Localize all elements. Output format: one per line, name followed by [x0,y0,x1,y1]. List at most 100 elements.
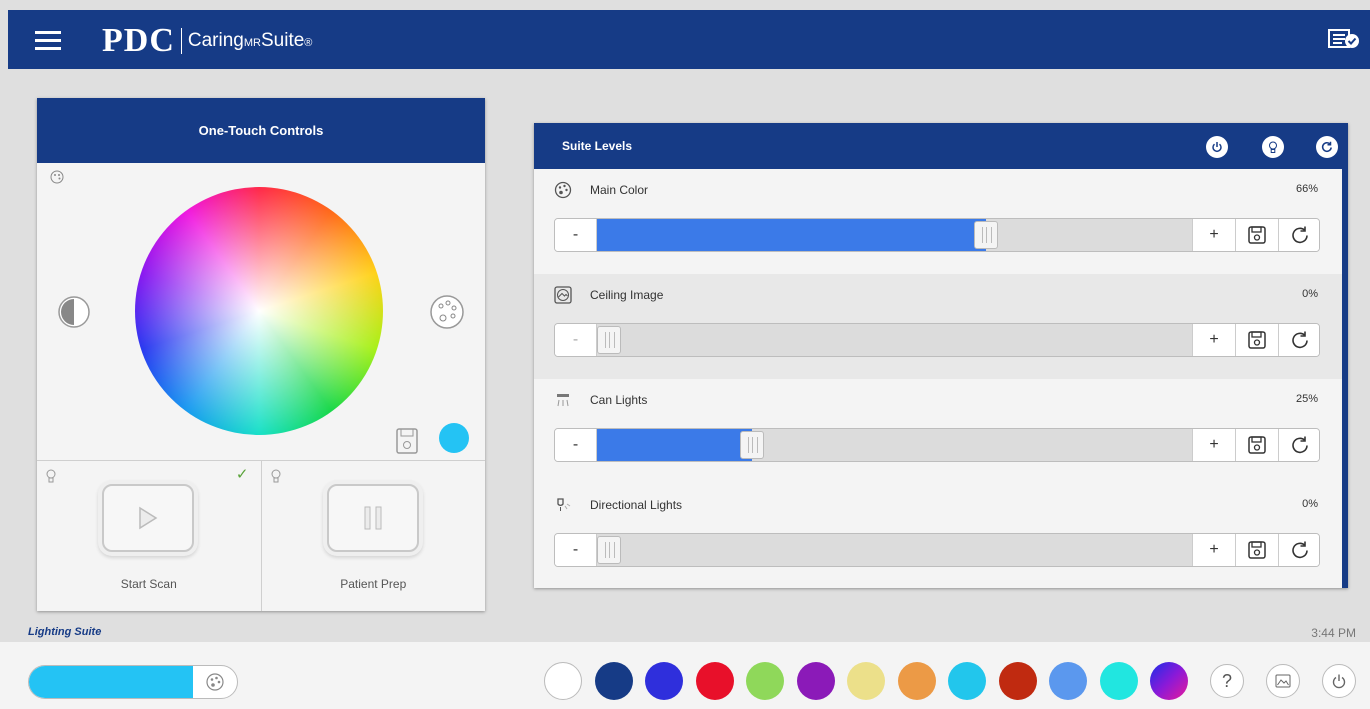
slider-thumb[interactable] [740,431,764,459]
reset-icon [1292,541,1308,559]
palette-icon[interactable] [429,294,465,330]
palette-icon [554,181,572,199]
suite-name-mr: MR [243,37,261,49]
increase-button[interactable]: + [1192,219,1235,251]
image-icon [554,286,572,304]
level-value: 0% [1302,288,1318,300]
level-label: Directional Lights [590,498,683,512]
level-row-main-color: Main Color 66% - + [534,169,1342,274]
level-row-can-lights: Can Lights 25% - + [534,379,1342,484]
level-value: 0% [1302,498,1318,510]
image-button[interactable] [1266,664,1300,698]
bulb-icon[interactable] [1262,136,1284,158]
level-value: 66% [1295,183,1318,195]
pause-icon [364,506,381,530]
color-swatch[interactable] [847,662,885,700]
color-wheel[interactable] [135,187,383,435]
level-slider: - + [554,533,1320,567]
color-swatch[interactable] [1099,662,1138,700]
scene-label: Patient Prep [340,577,407,591]
reset-button[interactable] [1278,324,1319,356]
level-row-directional-lights: Directional Lights 0% - + [534,484,1342,589]
color-swatch[interactable] [645,662,683,700]
color-swatch[interactable] [796,662,835,700]
color-swatch[interactable] [746,662,784,700]
brightness-icon[interactable] [57,295,91,329]
reset-button[interactable] [1278,429,1319,461]
color-swatch[interactable] [1150,662,1188,700]
bulb-icon [46,469,56,483]
color-swatch[interactable] [998,662,1037,700]
level-slider: - + [554,218,1320,252]
increase-button[interactable]: + [1192,324,1235,356]
active-check-icon: ✓ [235,466,249,483]
scene-buttons: ✓ Start Scan Patient Prep [37,461,485,611]
level-slider: - + [554,323,1320,357]
save-button[interactable] [1235,324,1278,356]
hamburger-icon [35,30,61,50]
save-button[interactable] [1235,219,1278,251]
color-swatch[interactable] [594,662,633,700]
power-icon[interactable] [1206,136,1228,158]
level-row-ceiling-image: Ceiling Image 0% - + [534,274,1342,379]
reset-icon [1292,436,1308,454]
reset-icon [1292,331,1308,349]
save-button[interactable] [1235,429,1278,461]
increase-button[interactable]: + [1192,429,1235,461]
can-light-icon [557,394,569,407]
suite-levels-header: Suite Levels [534,123,1342,169]
slider-thumb[interactable] [597,536,621,564]
help-button[interactable]: ? [1210,664,1244,698]
slider-fill [597,219,986,251]
brand-name: PDC [102,22,175,59]
clock: 3:44 PM [1311,626,1356,640]
decrease-button[interactable]: - [555,219,597,251]
slider-thumb[interactable] [974,221,998,249]
color-swatch[interactable] [897,662,936,700]
app-logo: PDC CaringMRSuite® [102,22,312,60]
app-label: Lighting Suite [28,626,102,638]
decrease-button[interactable]: - [555,324,597,356]
color-selector[interactable] [28,665,238,699]
suite-name: CaringMRSuite® [188,30,313,52]
bulb-icon [271,469,280,483]
reset-button[interactable] [1278,219,1319,251]
color-swatch[interactable] [948,662,986,700]
color-swatch[interactable] [1049,662,1087,700]
save-icon [1248,541,1266,559]
scene-patient-prep: Patient Prep [260,461,486,611]
save-icon [1248,436,1266,454]
save-button[interactable] [1235,534,1278,566]
decrease-button[interactable]: - [555,534,597,566]
power-icon [1332,674,1346,689]
image-icon [1275,674,1291,688]
slider-track[interactable] [597,429,1192,461]
save-icon[interactable] [395,426,421,456]
patient-prep-button[interactable] [326,484,419,552]
palette-icon [50,170,64,184]
scene-label: Start Scan [120,577,177,591]
slider-track[interactable] [597,219,1192,251]
device-status-icon[interactable] [1328,27,1360,51]
level-label: Can Lights [590,393,648,407]
slider-thumb[interactable] [597,326,621,354]
increase-button[interactable]: + [1192,534,1235,566]
slider-track[interactable] [597,324,1192,356]
suite-name-suite: Suite [260,30,305,51]
save-icon [1248,226,1266,244]
reset-button[interactable] [1278,534,1319,566]
color-wheel-area [37,163,485,461]
color-swatch[interactable] [544,662,582,700]
color-swatch[interactable] [695,662,734,700]
logo-separator [180,28,182,54]
reset-icon[interactable] [1316,136,1338,158]
start-scan-button[interactable] [102,484,194,552]
decrease-button[interactable]: - [555,429,597,461]
slider-fill [597,429,752,461]
palette-icon [206,673,224,691]
power-button[interactable] [1322,664,1356,698]
directional-light-icon [557,498,571,511]
slider-track[interactable] [597,534,1192,566]
selected-color-swatch[interactable] [439,423,469,453]
menu-button[interactable] [8,10,88,69]
